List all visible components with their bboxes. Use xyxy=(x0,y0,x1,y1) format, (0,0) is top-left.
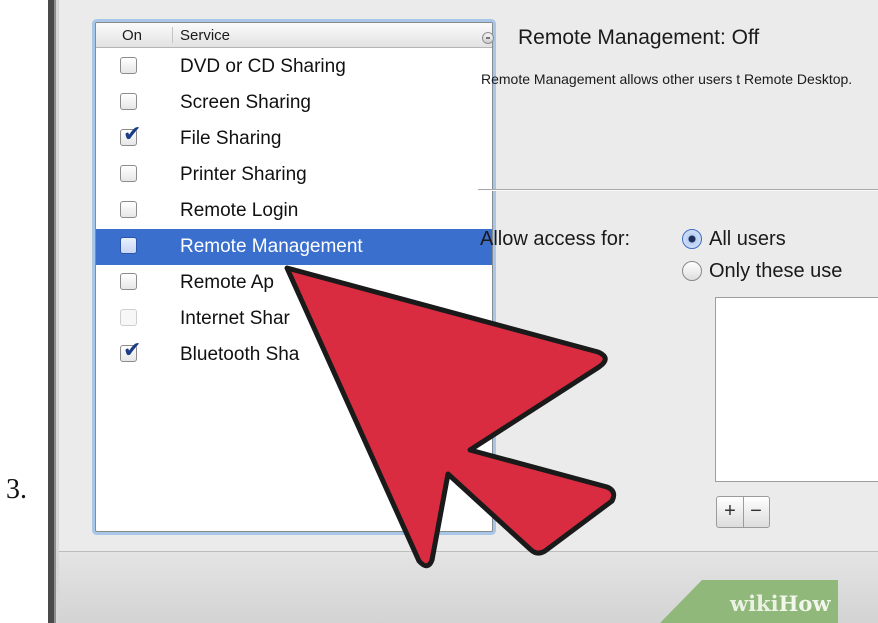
status-description: Remote Management allows other users t R… xyxy=(481,71,853,87)
add-remove-buttons: + − xyxy=(716,496,770,528)
service-label: Remote Management xyxy=(180,236,363,257)
internet-sharing-checkbox[interactable] xyxy=(120,309,137,326)
remote-management-checkbox[interactable] xyxy=(120,237,137,254)
service-label: File Sharing xyxy=(180,128,282,149)
service-row-bluetooth-sharing[interactable]: ✔ Bluetooth Sha xyxy=(96,337,492,373)
service-row-screen-sharing[interactable]: Screen Sharing xyxy=(96,85,492,121)
checkmark-icon: ✔ xyxy=(123,337,142,362)
service-label: Internet Shar xyxy=(180,308,290,329)
only-these-users-radio[interactable] xyxy=(682,261,702,281)
separator xyxy=(478,189,878,190)
all-users-label[interactable]: All users xyxy=(709,228,786,251)
add-user-button[interactable]: + xyxy=(717,497,744,527)
column-divider xyxy=(172,27,173,43)
service-row-file-sharing[interactable]: ✔ File Sharing xyxy=(96,121,492,157)
wikihow-wiki-text: wiki xyxy=(730,591,779,616)
service-row-internet-sharing[interactable]: Internet Shar xyxy=(96,301,492,337)
status-off-icon xyxy=(482,32,494,44)
service-label: Remote Login xyxy=(180,200,299,221)
allow-access-label: Allow access for: xyxy=(480,228,631,250)
window-edge xyxy=(48,0,59,623)
service-label: Bluetooth Sha xyxy=(180,344,300,365)
allowed-users-list[interactable] xyxy=(715,297,878,482)
remote-apple-events-checkbox[interactable] xyxy=(120,273,137,290)
service-label: DVD or CD Sharing xyxy=(180,56,346,77)
service-row-remote-apple-events[interactable]: Remote Ap nts xyxy=(96,265,492,301)
file-sharing-checkbox[interactable]: ✔ xyxy=(120,123,141,146)
service-row-remote-management[interactable]: Remote Management xyxy=(96,229,492,265)
all-users-radio[interactable] xyxy=(682,229,702,249)
service-row-dvd-cd-sharing[interactable]: DVD or CD Sharing xyxy=(96,49,492,85)
table-header: On Service xyxy=(96,23,492,48)
service-row-remote-login[interactable]: Remote Login xyxy=(96,193,492,229)
column-header-service[interactable]: Service xyxy=(180,27,230,44)
printer-sharing-checkbox[interactable] xyxy=(120,165,137,182)
screen-sharing-checkbox[interactable] xyxy=(120,93,137,110)
services-table[interactable]: On Service DVD or CD Sharing Screen Shar… xyxy=(95,22,493,532)
wikihow-watermark: wikiHow xyxy=(730,591,831,616)
bluetooth-sharing-checkbox[interactable]: ✔ xyxy=(120,339,141,362)
wikihow-how-text: How xyxy=(778,591,831,616)
status-title: Remote Management: Off xyxy=(518,26,760,49)
sharing-preferences-screenshot: On Service DVD or CD Sharing Screen Shar… xyxy=(48,0,878,623)
service-label: Remote Ap nts xyxy=(180,272,323,293)
column-header-on[interactable]: On xyxy=(122,27,142,44)
service-label: Printer Sharing xyxy=(180,164,307,185)
remote-login-checkbox[interactable] xyxy=(120,201,137,218)
service-row-printer-sharing[interactable]: Printer Sharing xyxy=(96,157,492,193)
dvd-cd-sharing-checkbox[interactable] xyxy=(120,57,137,74)
service-label: Screen Sharing xyxy=(180,92,311,113)
remove-user-button[interactable]: − xyxy=(743,497,769,527)
step-number: 3. xyxy=(6,474,27,505)
only-these-users-label[interactable]: Only these use xyxy=(709,260,842,283)
checkmark-icon: ✔ xyxy=(123,121,142,146)
